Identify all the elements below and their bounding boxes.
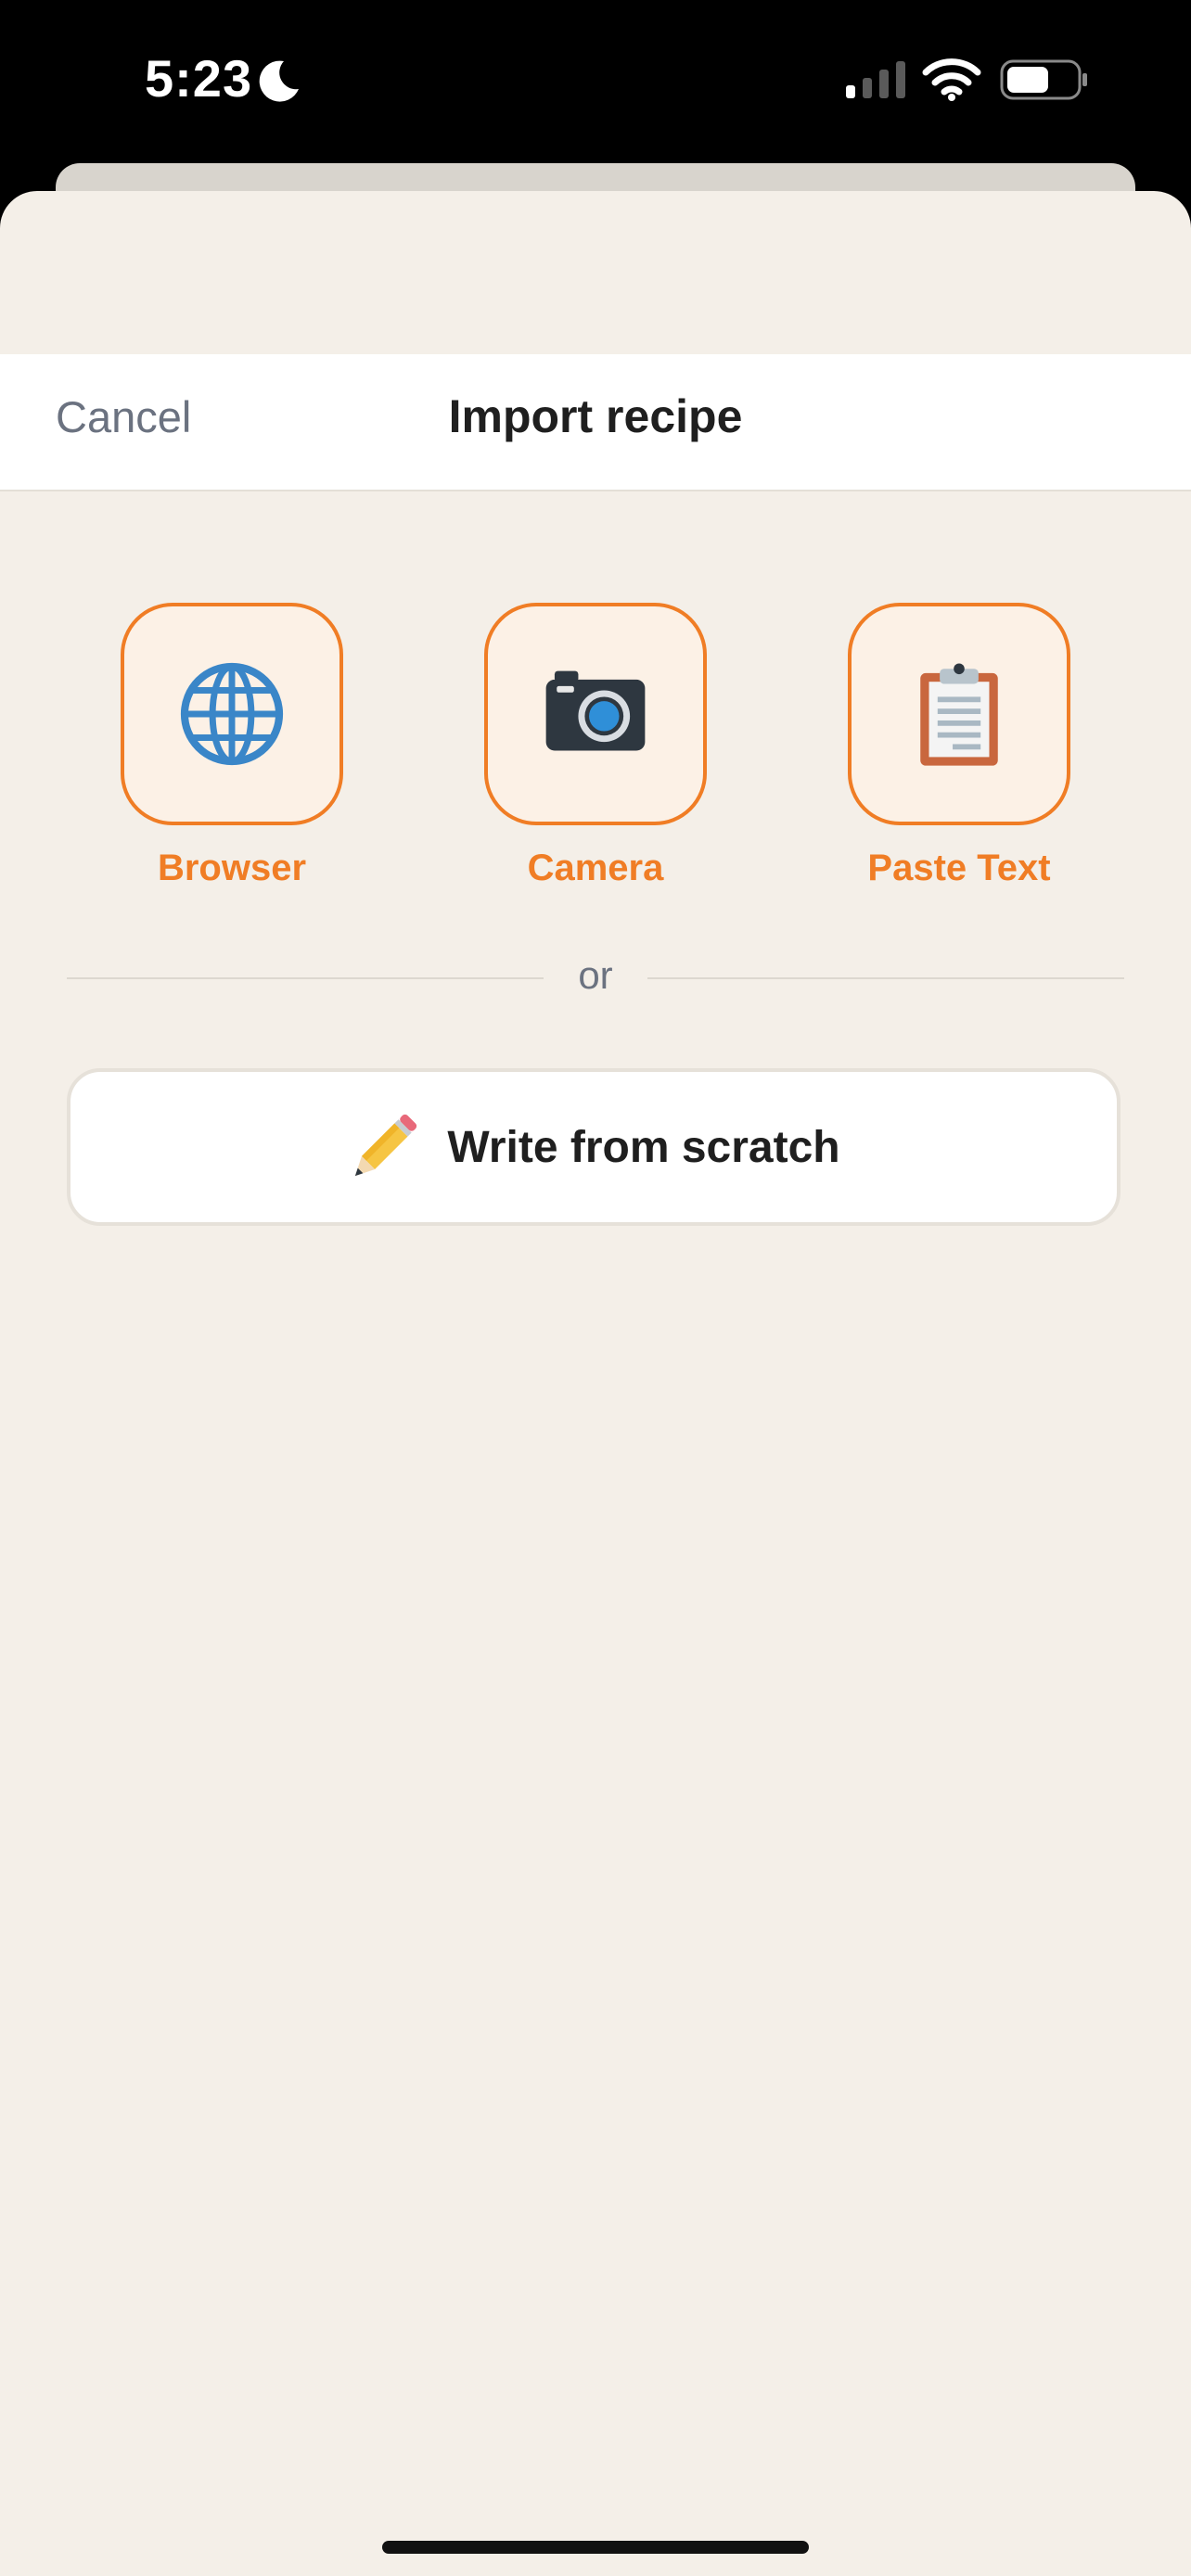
camera-option[interactable]: Camera bbox=[484, 603, 707, 889]
write-from-scratch-button[interactable]: Write from scratch bbox=[67, 1068, 1121, 1226]
home-indicator bbox=[382, 2541, 809, 2554]
clipboard-icon bbox=[920, 663, 998, 766]
browser-label: Browser bbox=[157, 848, 307, 888]
camera-label: Camera bbox=[527, 848, 664, 888]
battery-icon bbox=[1000, 59, 1087, 100]
camera-tile[interactable] bbox=[484, 603, 707, 825]
divider-line-right bbox=[647, 977, 1124, 979]
paste-text-tile[interactable] bbox=[848, 603, 1070, 825]
status-bar: 5:23 bbox=[0, 0, 1191, 162]
wifi-icon bbox=[922, 58, 981, 101]
paste-text-label: Paste Text bbox=[867, 848, 1051, 888]
divider-line-left bbox=[67, 977, 544, 979]
pencil-icon bbox=[355, 1114, 417, 1177]
browser-option[interactable]: Browser bbox=[121, 603, 343, 889]
paste-text-option[interactable]: Paste Text bbox=[848, 603, 1070, 889]
page-title: Import recipe bbox=[448, 390, 743, 442]
write-from-scratch-label: Write from scratch bbox=[447, 1122, 840, 1172]
signal-icon bbox=[846, 61, 905, 98]
import-sheet bbox=[0, 191, 1191, 2576]
status-time: 5:23 bbox=[145, 49, 253, 108]
divider-or: or bbox=[578, 953, 613, 997]
camera-icon bbox=[545, 670, 646, 751]
nav-bar: Cancel Import recipe bbox=[0, 354, 1191, 491]
moon-icon bbox=[259, 60, 299, 102]
browser-tile[interactable] bbox=[121, 603, 343, 825]
globe-icon bbox=[180, 662, 284, 766]
